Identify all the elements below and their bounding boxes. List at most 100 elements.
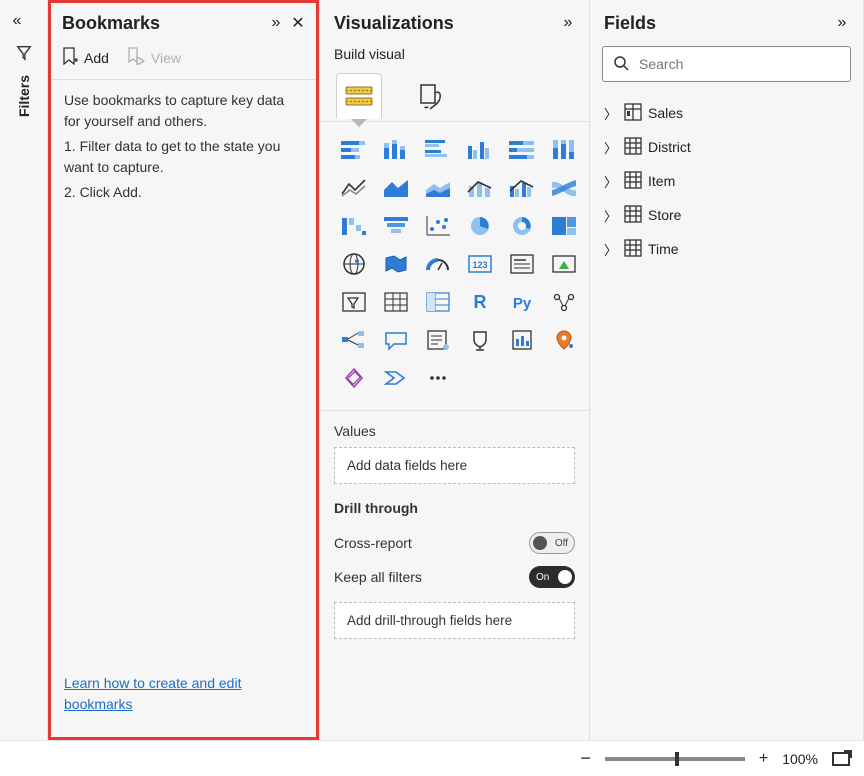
- add-label: Add: [84, 50, 109, 66]
- values-label: Values: [334, 423, 575, 439]
- table-icon: [624, 103, 642, 124]
- add-bookmark-button[interactable]: Add: [62, 47, 109, 68]
- qna-visual-icon[interactable]: [378, 324, 414, 356]
- scatter-chart-icon[interactable]: [420, 210, 456, 242]
- zoom-in-button[interactable]: +: [759, 750, 768, 768]
- expand-filters-icon[interactable]: «: [13, 6, 35, 36]
- hundred-stacked-bar-icon[interactable]: [504, 134, 540, 166]
- fields-title: Fields: [604, 13, 831, 34]
- decomposition-tree-icon[interactable]: [336, 324, 372, 356]
- area-chart-icon[interactable]: [378, 172, 414, 204]
- stacked-area-icon[interactable]: [420, 172, 456, 204]
- table-label: Item: [648, 173, 675, 189]
- fields-search-input[interactable]: [637, 55, 840, 73]
- kpi-icon[interactable]: [546, 248, 582, 280]
- filters-label[interactable]: Filters: [16, 75, 32, 117]
- funnel-chart-icon[interactable]: [378, 210, 414, 242]
- keep-filters-label: Keep all filters: [334, 569, 422, 585]
- hundred-stacked-column-icon[interactable]: [546, 134, 582, 166]
- learn-bookmarks-link[interactable]: Learn how to create and edit bookmarks: [64, 675, 241, 711]
- filled-map-icon[interactable]: [378, 248, 414, 280]
- line-clustered-column-icon[interactable]: [504, 172, 540, 204]
- table-icon: [624, 171, 642, 192]
- chevron-right-icon: 〉: [604, 104, 618, 123]
- map-icon[interactable]: [336, 248, 372, 280]
- goals-icon[interactable]: [462, 324, 498, 356]
- clustered-bar-icon[interactable]: [420, 134, 456, 166]
- svg-text:R: R: [474, 292, 487, 312]
- zoom-out-button[interactable]: −: [580, 748, 591, 769]
- collapse-bookmarks-icon[interactable]: »: [265, 14, 287, 32]
- r-visual-icon[interactable]: R: [462, 286, 498, 318]
- filters-rail: « Filters: [0, 0, 48, 740]
- slicer-icon[interactable]: [336, 286, 372, 318]
- table-icon: [624, 205, 642, 226]
- cross-report-toggle[interactable]: Off: [529, 532, 575, 554]
- cross-report-label: Cross-report: [334, 535, 412, 551]
- table-icon: [624, 239, 642, 260]
- ribbon-chart-icon[interactable]: [546, 172, 582, 204]
- table-label: District: [648, 139, 691, 155]
- collapse-viz-icon[interactable]: »: [557, 14, 579, 32]
- donut-chart-icon[interactable]: [504, 210, 540, 242]
- table-label: Time: [648, 241, 679, 257]
- field-table-item[interactable]: 〉 Item: [598, 164, 855, 198]
- multi-row-card-icon[interactable]: [504, 248, 540, 280]
- search-icon: [613, 55, 629, 74]
- table-label: Store: [648, 207, 681, 223]
- power-apps-icon[interactable]: [336, 362, 372, 394]
- values-field-well[interactable]: Add data fields here: [334, 447, 575, 484]
- card-icon[interactable]: 123: [462, 248, 498, 280]
- fit-to-page-icon[interactable]: [832, 752, 850, 766]
- table-viz-icon[interactable]: [378, 286, 414, 318]
- chevron-right-icon: 〉: [604, 172, 618, 191]
- power-automate-icon[interactable]: [378, 362, 414, 394]
- chevron-right-icon: 〉: [604, 240, 618, 259]
- zoom-slider[interactable]: [605, 757, 745, 761]
- build-visual-tab[interactable]: [336, 73, 382, 119]
- chevron-right-icon: 〉: [604, 138, 618, 157]
- stacked-bar-icon[interactable]: [336, 134, 372, 166]
- smart-narrative-icon[interactable]: [420, 324, 456, 356]
- bookmarks-title: Bookmarks: [62, 13, 265, 34]
- bookmarks-help-text: Use bookmarks to capture key data for yo…: [48, 80, 319, 213]
- arcgis-map-icon[interactable]: [546, 324, 582, 356]
- build-visual-label: Build visual: [320, 46, 589, 66]
- field-table-time[interactable]: 〉 Time: [598, 232, 855, 266]
- format-visual-tab[interactable]: [410, 73, 456, 119]
- funnel-icon[interactable]: [15, 44, 33, 65]
- zoom-bar: − + 100%: [0, 740, 864, 776]
- line-chart-icon[interactable]: [336, 172, 372, 204]
- svg-text:Py: Py: [513, 295, 532, 312]
- clustered-column-icon[interactable]: [462, 134, 498, 166]
- table-label: Sales: [648, 105, 683, 121]
- collapse-fields-icon[interactable]: »: [831, 14, 853, 32]
- field-table-store[interactable]: 〉 Store: [598, 198, 855, 232]
- treemap-icon[interactable]: [546, 210, 582, 242]
- keep-filters-toggle[interactable]: On: [529, 566, 575, 588]
- more-visuals-icon[interactable]: [420, 362, 456, 394]
- waterfall-icon[interactable]: [336, 210, 372, 242]
- close-bookmarks-icon[interactable]: ✕: [287, 13, 309, 33]
- fields-search[interactable]: [602, 46, 851, 82]
- svg-text:123: 123: [472, 260, 487, 270]
- viz-type-grid: 123 R Py: [320, 122, 589, 411]
- gauge-icon[interactable]: [420, 248, 456, 280]
- zoom-percent: 100%: [782, 751, 818, 767]
- line-stacked-column-icon[interactable]: [462, 172, 498, 204]
- key-influencers-icon[interactable]: [546, 286, 582, 318]
- matrix-icon[interactable]: [420, 286, 456, 318]
- drill-field-well[interactable]: Add drill-through fields here: [334, 602, 575, 639]
- stacked-column-icon[interactable]: [378, 134, 414, 166]
- paginated-report-icon[interactable]: [504, 324, 540, 356]
- pie-chart-icon[interactable]: [462, 210, 498, 242]
- python-visual-icon[interactable]: Py: [504, 286, 540, 318]
- field-table-district[interactable]: 〉 District: [598, 130, 855, 164]
- fields-list: 〉 Sales 〉 District 〉 Item 〉 Store 〉: [590, 92, 863, 270]
- visualizations-title: Visualizations: [334, 13, 557, 34]
- view-bookmark-button: View: [127, 47, 181, 68]
- table-icon: [624, 137, 642, 158]
- field-table-sales[interactable]: 〉 Sales: [598, 96, 855, 130]
- bookmarks-pane: Bookmarks » ✕ Add View Use bookmarks to …: [48, 0, 320, 740]
- mode-arrow-icon: [351, 119, 367, 127]
